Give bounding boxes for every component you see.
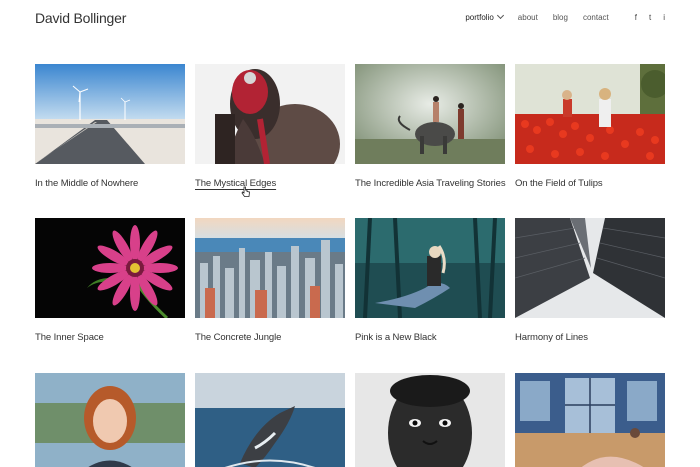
- nav-contact[interactable]: contact: [583, 13, 609, 22]
- portfolio-title[interactable]: In the Middle of Nowhere: [35, 178, 185, 189]
- site-header: David Bollinger portfolio about blog con…: [0, 0, 700, 40]
- portfolio-title[interactable]: The Incredible Asia Traveling Stories: [355, 178, 506, 189]
- chevron-down-icon: [496, 11, 504, 20]
- portfolio-thumbnail[interactable]: [515, 373, 665, 467]
- portfolio-thumbnail[interactable]: [35, 218, 185, 318]
- main-nav: portfolio about blog contact f t i: [450, 11, 665, 22]
- portfolio-item[interactable]: The Mystical Edges: [195, 64, 345, 189]
- portfolio-thumbnail[interactable]: [35, 64, 185, 164]
- site-brand[interactable]: David Bollinger: [35, 10, 126, 26]
- portfolio-title[interactable]: The Concrete Jungle: [195, 332, 345, 343]
- portfolio-thumbnail[interactable]: [515, 64, 665, 164]
- portfolio-title[interactable]: Harmony of Lines: [515, 332, 665, 343]
- portfolio-thumbnail[interactable]: [35, 373, 185, 467]
- portfolio-item[interactable]: Harmony of Lines: [515, 218, 665, 343]
- portfolio-item[interactable]: [355, 373, 505, 467]
- portfolio-item[interactable]: [35, 373, 185, 467]
- portfolio-thumbnail[interactable]: [515, 218, 665, 318]
- portfolio-item[interactable]: In the Middle of Nowhere: [35, 64, 185, 189]
- portfolio-item[interactable]: The Concrete Jungle: [195, 218, 345, 343]
- nav-portfolio-label: portfolio: [465, 13, 494, 22]
- nav-about[interactable]: about: [518, 13, 538, 22]
- portfolio-item[interactable]: On the Field of Tulips: [515, 64, 665, 189]
- portfolio-thumbnail[interactable]: [355, 64, 505, 164]
- portfolio-item[interactable]: [515, 373, 665, 467]
- portfolio-title[interactable]: The Mystical Edges: [195, 178, 345, 189]
- portfolio-title[interactable]: The Inner Space: [35, 332, 185, 343]
- portfolio-item[interactable]: The Inner Space: [35, 218, 185, 343]
- pointer-cursor-icon: [241, 186, 250, 197]
- twitter-icon[interactable]: t: [649, 13, 651, 22]
- nav-portfolio[interactable]: portfolio: [465, 11, 504, 22]
- portfolio-title[interactable]: Pink is a New Black: [355, 332, 505, 343]
- portfolio-thumbnail[interactable]: [355, 218, 505, 318]
- instagram-icon[interactable]: i: [663, 13, 665, 22]
- portfolio-thumbnail[interactable]: [355, 373, 505, 467]
- social-links: f t i: [623, 13, 665, 22]
- nav-blog[interactable]: blog: [553, 13, 568, 22]
- portfolio-thumbnail[interactable]: [195, 373, 345, 467]
- portfolio-item[interactable]: Pink is a New Black: [355, 218, 505, 343]
- portfolio-thumbnail[interactable]: [195, 64, 345, 164]
- portfolio-item[interactable]: [195, 373, 345, 467]
- facebook-icon[interactable]: f: [635, 13, 637, 22]
- portfolio-title[interactable]: On the Field of Tulips: [515, 178, 665, 189]
- portfolio-item[interactable]: The Incredible Asia Traveling Stories: [355, 64, 506, 189]
- portfolio-thumbnail[interactable]: [195, 218, 345, 318]
